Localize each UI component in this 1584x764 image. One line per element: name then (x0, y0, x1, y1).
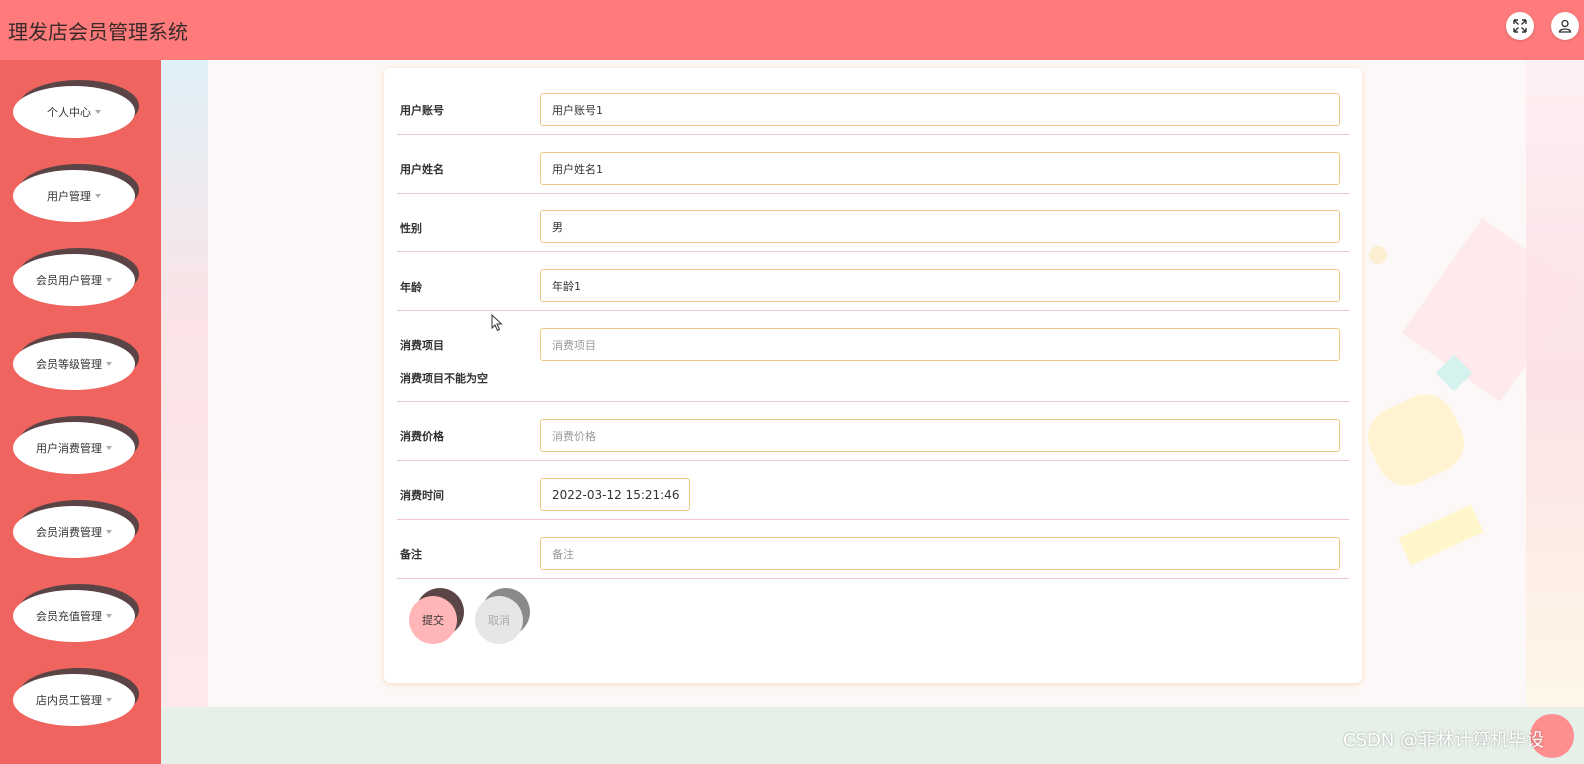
form-row-name: 用户姓名 用户姓名1 (397, 135, 1349, 194)
consumption-form-card: 用户账号 用户账号1 用户姓名 用户姓名1 性别 男 年龄 年龄1 消费项目 消… (384, 68, 1362, 683)
item-label: 消费项目 (400, 339, 444, 352)
sidebar-pill[interactable]: 个人中心 (13, 86, 135, 138)
form-row-gender: 性别 男 (397, 194, 1349, 252)
caret-down-icon (106, 362, 112, 366)
name-input[interactable]: 用户姓名1 (540, 152, 1340, 185)
sidebar-item-label: 用户消费管理 (36, 442, 102, 455)
sidebar-pill[interactable]: 会员消费管理 (13, 506, 135, 558)
account-input[interactable]: 用户账号1 (540, 93, 1340, 126)
caret-down-icon (106, 614, 112, 618)
form-row-time: 消费时间 2022-03-12 15:21:46 (397, 461, 1349, 520)
sidebar-pill[interactable]: 会员等级管理 (13, 338, 135, 390)
caret-down-icon (106, 278, 112, 282)
cancel-button-label[interactable]: 取消 (475, 596, 523, 644)
background-shape (1358, 384, 1474, 496)
price-input[interactable]: 消费价格 (540, 419, 1340, 452)
sidebar-item-member-consumption-management[interactable]: 会员消费管理 (13, 500, 139, 562)
name-label: 用户姓名 (400, 163, 444, 176)
gender-label: 性别 (400, 222, 422, 235)
item-error-message: 消费项目不能为空 (400, 372, 488, 385)
sidebar-pill[interactable]: 店内员工管理 (13, 674, 135, 726)
sidebar-item-personal-center[interactable]: 个人中心 (13, 80, 139, 142)
form-row-account: 用户账号 用户账号1 (397, 68, 1349, 135)
account-label: 用户账号 (400, 104, 444, 117)
sidebar-item-label: 个人中心 (47, 106, 91, 119)
sidebar-item-label: 用户管理 (47, 190, 91, 203)
sidebar-item-member-recharge-management[interactable]: 会员充值管理 (13, 584, 139, 646)
form-row-price: 消费价格 消费价格 (397, 402, 1349, 461)
sidebar-item-label: 会员用户管理 (36, 274, 102, 287)
expand-arrows-icon (1513, 19, 1527, 33)
sidebar-item-label: 会员消费管理 (36, 526, 102, 539)
time-label: 消费时间 (400, 489, 444, 502)
sidebar-item-user-consumption-management[interactable]: 用户消费管理 (13, 416, 139, 478)
background-shape (1398, 504, 1484, 566)
age-input[interactable]: 年龄1 (540, 269, 1340, 302)
sidebar-item-label: 店内员工管理 (36, 694, 102, 707)
sidebar: 个人中心 用户管理 会员用户管理 会员等级管理 用户消费管理 会员消费管理 会员… (0, 60, 161, 764)
user-icon (1558, 19, 1572, 33)
mouse-cursor-icon (491, 314, 503, 332)
item-input[interactable]: 消费项目 (540, 328, 1340, 361)
cancel-button[interactable]: 取消 (475, 588, 531, 646)
fullscreen-button[interactable] (1506, 12, 1534, 40)
caret-down-icon (106, 698, 112, 702)
caret-down-icon (106, 530, 112, 534)
sidebar-item-label: 会员充值管理 (36, 610, 102, 623)
sidebar-pill[interactable]: 会员充值管理 (13, 590, 135, 642)
submit-button[interactable]: 提交 (409, 588, 465, 646)
time-picker[interactable]: 2022-03-12 15:21:46 (540, 478, 690, 511)
caret-down-icon (95, 194, 101, 198)
remark-label: 备注 (400, 548, 422, 561)
sidebar-item-staff-management[interactable]: 店内员工管理 (13, 668, 139, 730)
csdn-watermark: CSDN @菲林计算机毕设 (1343, 730, 1545, 751)
caret-down-icon (106, 446, 112, 450)
user-menu-button[interactable] (1551, 12, 1579, 40)
form-row-remark: 备注 备注 (397, 520, 1349, 579)
submit-button-label[interactable]: 提交 (409, 596, 457, 644)
sidebar-pill[interactable]: 用户管理 (13, 170, 135, 222)
background-band-right (1526, 60, 1584, 707)
sidebar-item-member-level-management[interactable]: 会员等级管理 (13, 332, 139, 394)
age-label: 年龄 (400, 281, 422, 294)
background-shape (1369, 246, 1387, 264)
price-label: 消费价格 (400, 430, 444, 443)
form-row-age: 年龄 年龄1 (397, 252, 1349, 311)
sidebar-item-user-management[interactable]: 用户管理 (13, 164, 139, 226)
sidebar-item-member-user-management[interactable]: 会员用户管理 (13, 248, 139, 310)
sidebar-pill[interactable]: 会员用户管理 (13, 254, 135, 306)
background-band-left (161, 60, 208, 707)
remark-input[interactable]: 备注 (540, 537, 1340, 570)
form-row-item: 消费项目 消费项目 消费项目不能为空 (397, 311, 1349, 402)
caret-down-icon (95, 110, 101, 114)
sidebar-pill[interactable]: 用户消费管理 (13, 422, 135, 474)
gender-input[interactable]: 男 (540, 210, 1340, 243)
sidebar-item-label: 会员等级管理 (36, 358, 102, 371)
app-title: 理发店会员管理系统 (8, 20, 188, 44)
top-header: 理发店会员管理系统 (0, 0, 1584, 60)
